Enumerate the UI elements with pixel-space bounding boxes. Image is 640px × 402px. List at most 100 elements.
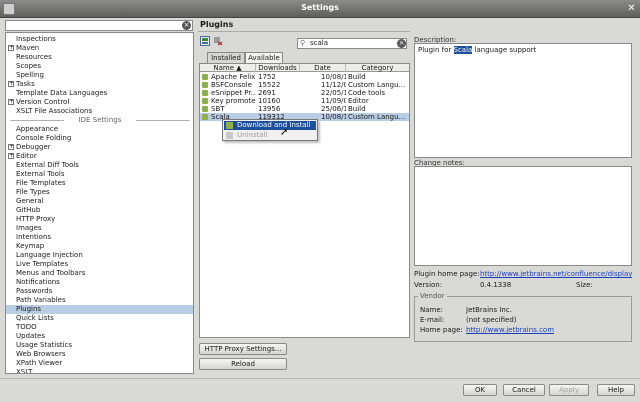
- tree-item[interactable]: Web Browsers: [6, 350, 193, 359]
- expand-icon[interactable]: +: [8, 99, 14, 105]
- tree-item[interactable]: XSLT File Associations: [6, 107, 193, 116]
- cell-date: 10/08/11: [321, 113, 346, 121]
- tree-item[interactable]: Scopes: [6, 62, 193, 71]
- tree-item[interactable]: + Tasks: [6, 80, 193, 89]
- description-box[interactable]: Plugin for Scala language support: [414, 43, 632, 158]
- tree-item[interactable]: HTTP Proxy: [6, 215, 193, 224]
- cell-name: eSnippet Pr...: [211, 89, 256, 97]
- tree-item[interactable]: Menus and Toolbars: [6, 269, 193, 278]
- tree-item-label: External Diff Tools: [16, 161, 79, 169]
- column-header-date[interactable]: Date: [300, 64, 346, 72]
- column-header-name-label: Name: [213, 64, 235, 72]
- tree-item[interactable]: Keymap: [6, 242, 193, 251]
- tree-item[interactable]: Inspections: [6, 35, 193, 44]
- tree-item-label: Console Folding: [16, 134, 72, 142]
- cell-name: Apache Felix: [211, 73, 256, 81]
- expand-icon[interactable]: +: [8, 45, 14, 51]
- column-header-category[interactable]: Category: [346, 64, 409, 72]
- tree-item[interactable]: Usage Statistics: [6, 341, 193, 350]
- tree-item-label: Template Data Languages: [16, 89, 108, 97]
- menu-item-uninstall[interactable]: Uninstall: [224, 131, 316, 140]
- tree-item-label: Spelling: [16, 71, 44, 79]
- cancel-button[interactable]: Cancel: [503, 384, 545, 396]
- tree-item[interactable]: TODO: [6, 323, 193, 332]
- menu-item-download-install[interactable]: Download and Install: [224, 121, 316, 130]
- install-from-disk-icon[interactable]: [200, 36, 210, 46]
- tree-item[interactable]: File Templates: [6, 179, 193, 188]
- settings-tree[interactable]: Inspections + Maven Resources Scopes Spelling…: [5, 32, 194, 374]
- tree-item[interactable]: Template Data Languages: [6, 89, 193, 98]
- tree-item[interactable]: XPath Viewer: [6, 359, 193, 368]
- plugin-icon: [202, 74, 208, 80]
- column-header-downloads[interactable]: Downloads: [256, 64, 300, 72]
- tree-item[interactable]: Live Templates: [6, 260, 193, 269]
- tree-item[interactable]: XSLT: [6, 368, 193, 373]
- tree-item-label: File Templates: [16, 179, 66, 187]
- tree-item[interactable]: File Types: [6, 188, 193, 197]
- settings-search-input[interactable]: [5, 20, 193, 31]
- tree-item[interactable]: Quick Lists: [6, 314, 193, 323]
- tree-item[interactable]: Language Injection: [6, 251, 193, 260]
- change-notes-box[interactable]: [414, 166, 632, 266]
- tree-item[interactable]: External Diff Tools: [6, 161, 193, 170]
- cell-category: Build: [348, 105, 366, 113]
- tree-item-label: Menus and Toolbars: [16, 269, 86, 277]
- tree-item[interactable]: Resources: [6, 53, 193, 62]
- tree-item[interactable]: Intentions: [6, 233, 193, 242]
- ok-button[interactable]: OK: [463, 384, 497, 396]
- tree-item[interactable]: Updates: [6, 332, 193, 341]
- divider: [198, 31, 410, 32]
- tree-item-label: Debugger: [16, 143, 51, 151]
- expand-icon[interactable]: +: [8, 81, 14, 87]
- version-label: Version:: [414, 281, 443, 289]
- tree-item[interactable]: Passwords: [6, 287, 193, 296]
- tree-item-label: XSLT File Associations: [16, 107, 93, 115]
- clear-search-icon[interactable]: ×: [182, 21, 191, 30]
- tree-item-label: Keymap: [16, 242, 45, 250]
- tree-item[interactable]: + Editor: [6, 152, 193, 161]
- cell-date: 11/12/09: [321, 81, 346, 89]
- tree-item[interactable]: Spelling: [6, 71, 193, 80]
- tree-item-label: General: [16, 197, 44, 205]
- table-row[interactable]: eSnippet Pr...2691 22/05/11Code tools: [200, 89, 409, 97]
- tab-installed[interactable]: Installed: [207, 52, 245, 63]
- tree-item[interactable]: Path Variables: [6, 296, 193, 305]
- table-row[interactable]: Apache Felix1752 10/08/11Build: [200, 73, 409, 81]
- tree-item[interactable]: Plugins: [6, 305, 193, 314]
- table-row[interactable]: Key promoter10160 11/09/09Editor: [200, 97, 409, 105]
- tree-item[interactable]: GitHub: [6, 206, 193, 215]
- uninstall-plugin-icon[interactable]: [213, 36, 223, 46]
- tree-item-label: Notifications: [16, 278, 60, 286]
- tree-section-header: IDE Settings: [6, 116, 193, 125]
- column-header-name[interactable]: Name ▲: [200, 64, 256, 72]
- tree-item[interactable]: Images: [6, 224, 193, 233]
- help-button[interactable]: Help: [597, 384, 635, 396]
- tree-item-label: Quick Lists: [16, 314, 54, 322]
- vendor-home-link[interactable]: http://www.jetbrains.com: [466, 326, 554, 334]
- tree-item[interactable]: Notifications: [6, 278, 193, 287]
- tab-available[interactable]: Available: [245, 52, 283, 63]
- close-icon[interactable]: ✕: [626, 4, 637, 15]
- http-proxy-settings-button[interactable]: HTTP Proxy Settings...: [199, 343, 287, 355]
- expand-icon[interactable]: +: [8, 153, 14, 159]
- description-highlight: Scala: [453, 46, 473, 54]
- tree-item[interactable]: + Version Control: [6, 98, 193, 107]
- clear-search-icon[interactable]: ×: [397, 39, 406, 48]
- table-header: Name ▲ Downloads Date Category: [200, 64, 409, 72]
- plugins-table[interactable]: Name ▲ Downloads Date Category Apache Fe…: [199, 63, 410, 338]
- tree-item[interactable]: Appearance: [6, 125, 193, 134]
- table-row[interactable]: SBT 13956 25/06/11Build: [200, 105, 409, 113]
- table-row[interactable]: BSFConsole 15522 11/12/09Custom Langu...: [200, 81, 409, 89]
- apply-button[interactable]: Apply: [549, 384, 589, 396]
- download-icon: [226, 122, 233, 129]
- tree-item[interactable]: General: [6, 197, 193, 206]
- tree-item-label: Appearance: [16, 125, 59, 133]
- tree-item[interactable]: Console Folding: [6, 134, 193, 143]
- tree-item[interactable]: External Tools: [6, 170, 193, 179]
- tree-item[interactable]: + Maven: [6, 44, 193, 53]
- reload-button[interactable]: Reload: [199, 358, 287, 370]
- expand-icon[interactable]: +: [8, 144, 14, 150]
- tree-item[interactable]: + Debugger: [6, 143, 193, 152]
- plugin-home-page-link[interactable]: http://www.jetbrains.net/confluence/disp…: [480, 270, 632, 278]
- cell-date: 10/08/11: [321, 73, 346, 81]
